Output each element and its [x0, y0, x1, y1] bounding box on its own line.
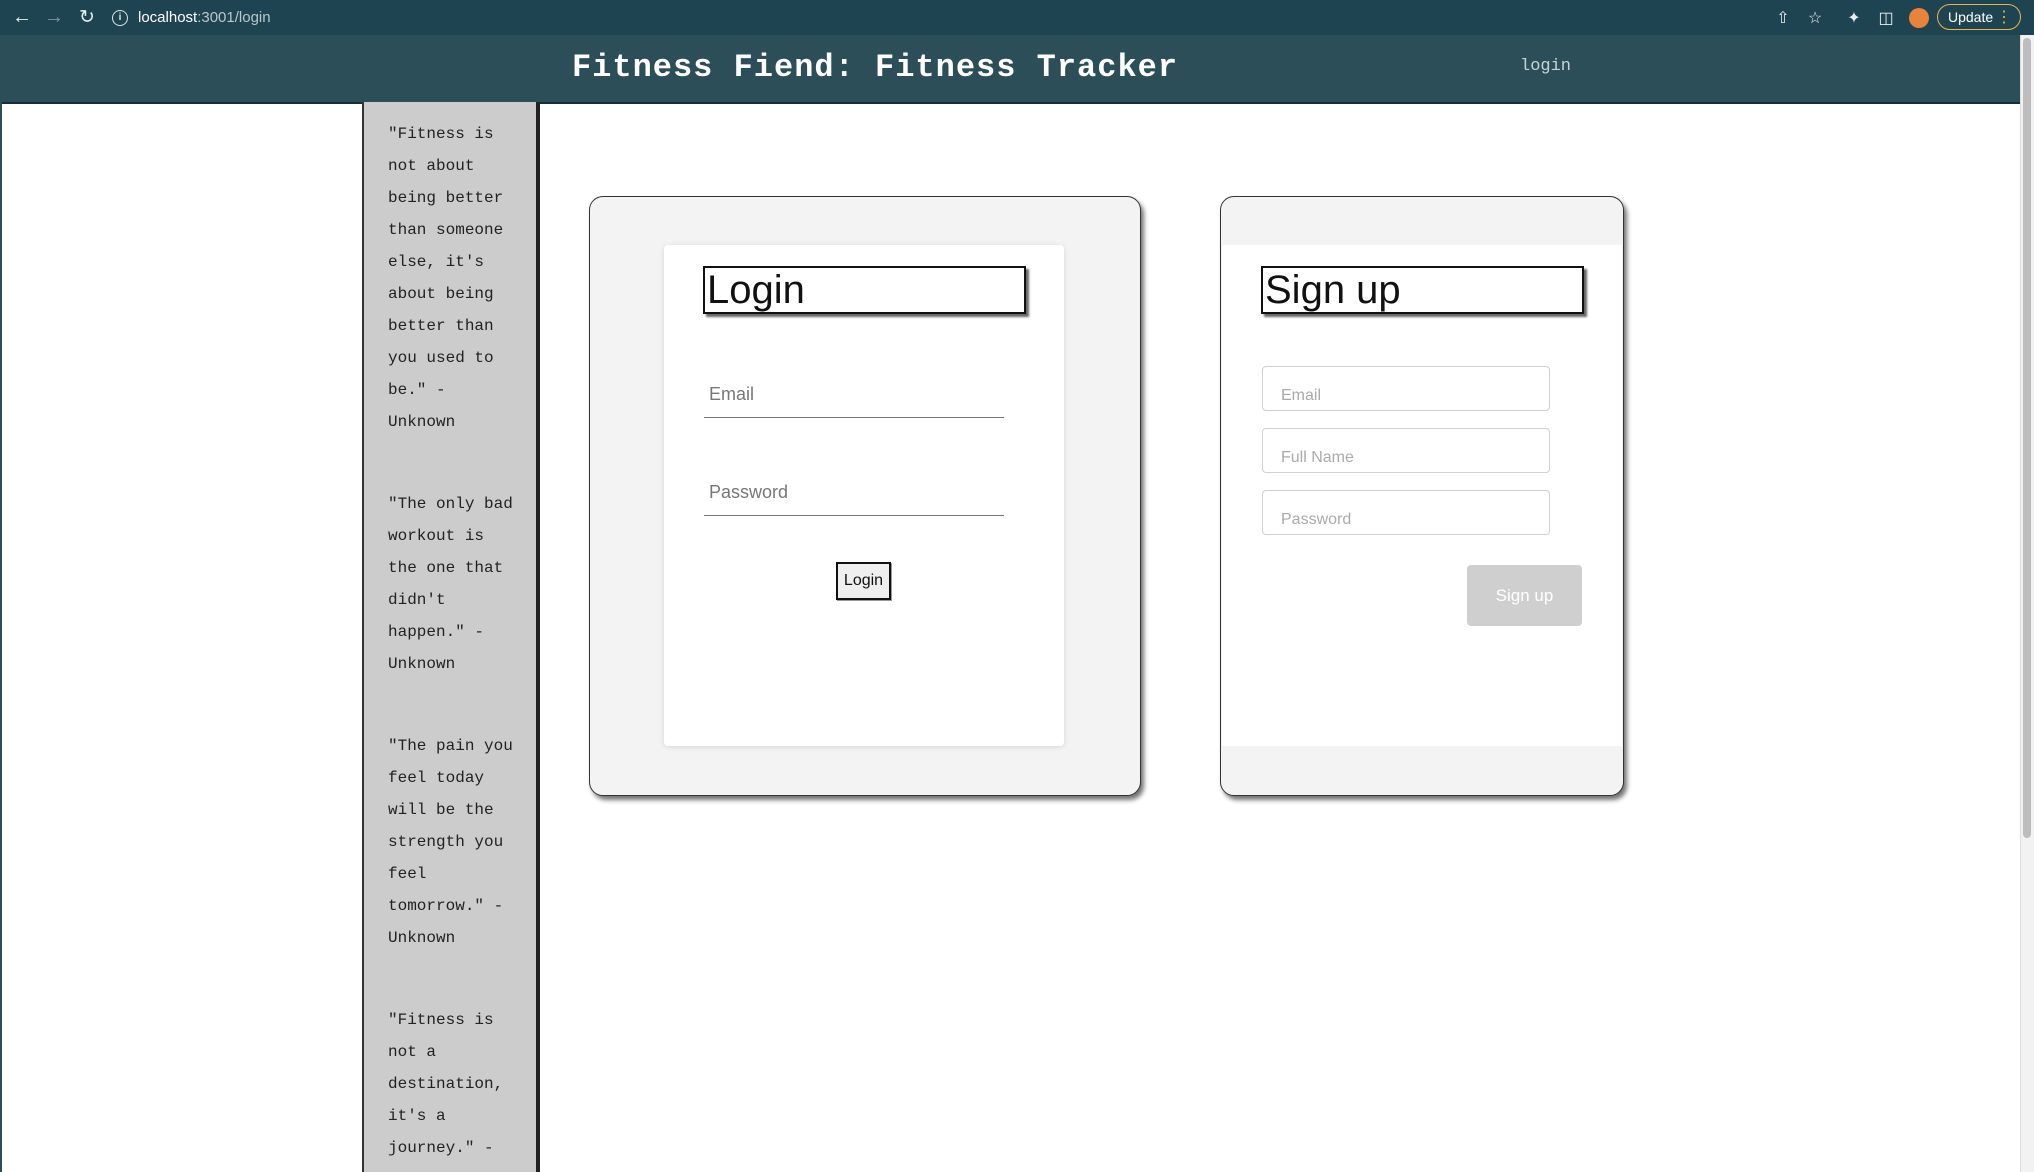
quotes-sidebar: "Fitness is not about being better than … — [362, 102, 540, 1172]
site-info-icon[interactable]: i — [112, 9, 128, 26]
login-button[interactable]: Login — [836, 562, 891, 600]
page-title: Fitness Fiend: Fitness Tracker — [571, 49, 1179, 86]
quote-item: "The only bad workout is the one that di… — [388, 495, 513, 673]
page-left-border — [0, 102, 2, 1172]
signup-password-input[interactable] — [1262, 490, 1550, 535]
reload-icon[interactable]: ↻ — [75, 5, 99, 29]
quote-item: "Fitness is not about being better than … — [388, 125, 504, 431]
signup-email-input[interactable] — [1262, 366, 1550, 411]
login-password-input[interactable] — [704, 470, 1004, 516]
nav-login-link[interactable]: login — [1520, 57, 1571, 76]
login-email-input[interactable] — [704, 372, 1004, 418]
url-host: localhost — [138, 9, 198, 26]
profile-avatar[interactable] — [1909, 8, 1929, 28]
signup-full-name-input[interactable] — [1262, 428, 1550, 473]
signup-heading: Sign up — [1261, 266, 1584, 314]
scrollbar-thumb[interactable] — [2023, 38, 2031, 838]
address-bar[interactable]: i localhost:3001/login — [112, 4, 1752, 31]
quote-item: "The pain you feel today will be the str… — [388, 737, 513, 947]
quote-item: "Fitness is not a destination, it's a jo… — [388, 1011, 504, 1157]
extensions-puzzle-icon[interactable]: ✦ — [1843, 7, 1865, 29]
browser-toolbar: ← → ↻ i localhost:3001/login ⇧ ☆ ✦ ◫ Upd… — [0, 0, 2034, 35]
side-panel-icon[interactable]: ◫ — [1875, 7, 1897, 29]
url-path: :3001/login — [197, 9, 271, 26]
update-button[interactable]: Update ⋮ — [1937, 4, 2021, 30]
signup-button[interactable]: Sign up — [1467, 565, 1582, 626]
back-icon[interactable]: ← — [10, 5, 34, 29]
site-header: Fitness Fiend: Fitness Tracker login — [0, 35, 2020, 104]
forward-icon[interactable]: → — [42, 5, 66, 29]
share-icon[interactable]: ⇧ — [1772, 7, 1794, 29]
update-label: Update — [1948, 9, 1994, 25]
bookmark-star-icon[interactable]: ☆ — [1804, 7, 1826, 29]
login-heading: Login — [703, 266, 1026, 314]
more-menu-icon[interactable]: ⋮ — [1996, 7, 2012, 27]
